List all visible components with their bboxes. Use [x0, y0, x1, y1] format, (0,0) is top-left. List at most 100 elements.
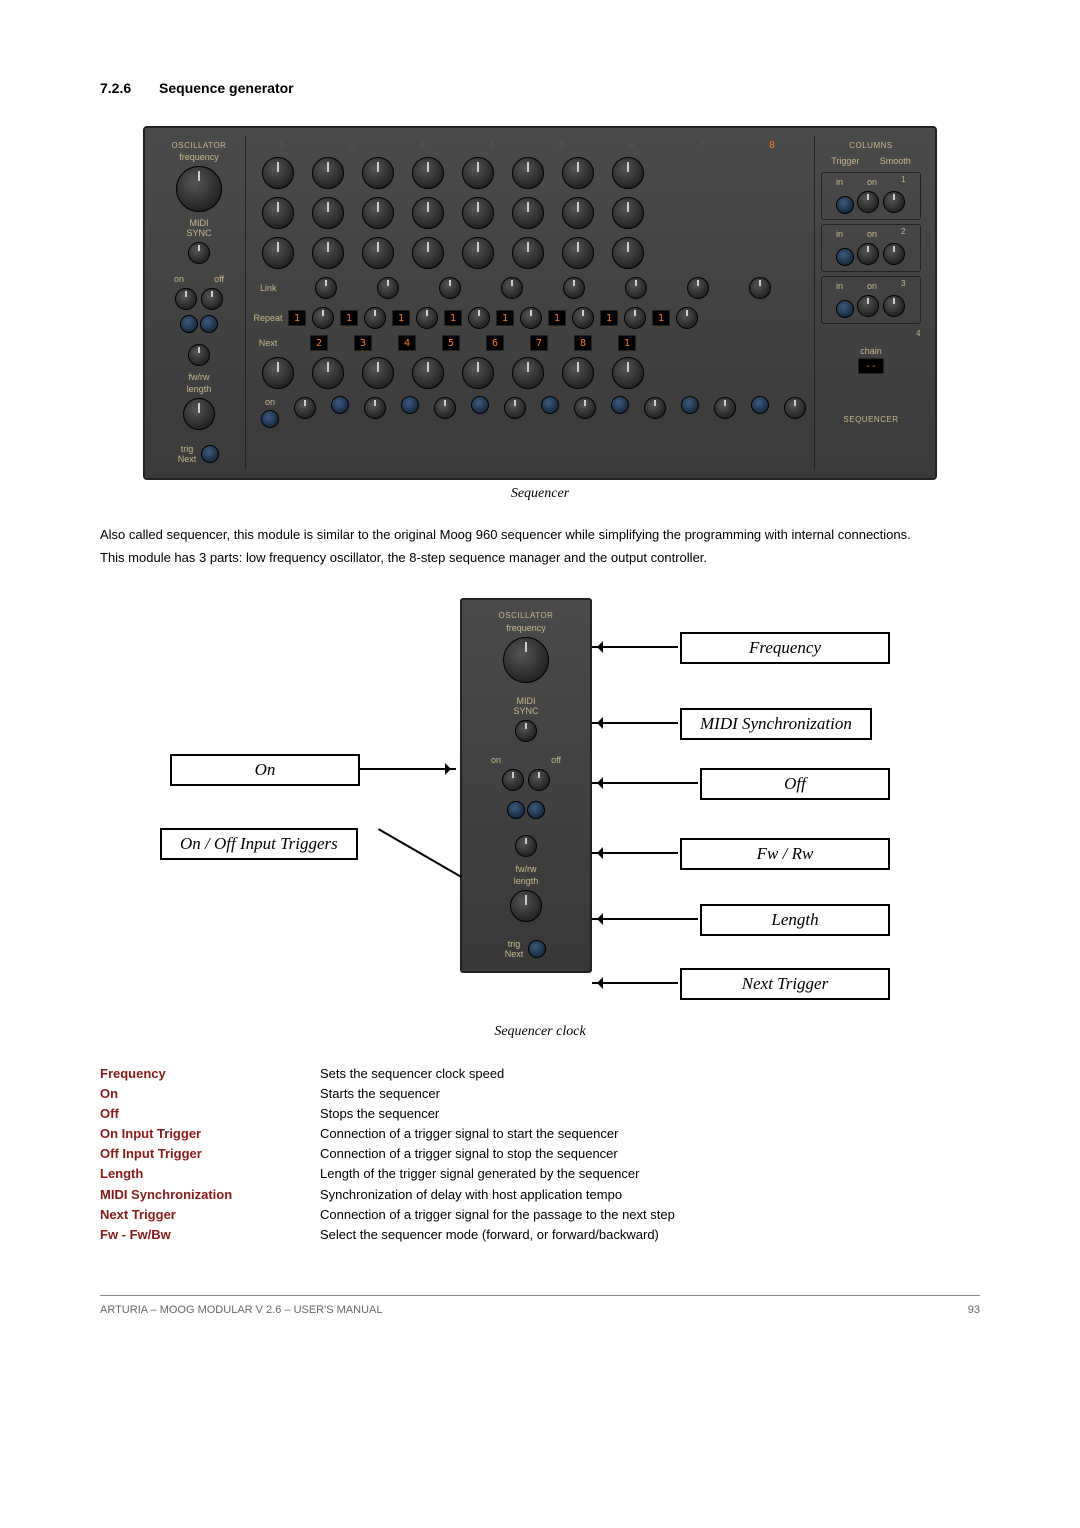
next-value[interactable]: 5	[442, 335, 460, 351]
repeat-value[interactable]: 1	[392, 310, 410, 326]
on-trigger-jack[interactable]	[180, 315, 198, 333]
repeat-knob[interactable]	[468, 307, 490, 329]
chain-value[interactable]: --	[858, 358, 884, 374]
step-knob[interactable]	[562, 197, 594, 229]
col-knob[interactable]	[857, 243, 879, 265]
smooth-knob[interactable]	[883, 295, 905, 317]
step-knob[interactable]	[412, 197, 444, 229]
step-knob[interactable]	[512, 237, 544, 269]
fwrw-knob[interactable]	[188, 344, 210, 366]
step-knob[interactable]	[262, 237, 294, 269]
step-knob[interactable]	[262, 357, 294, 389]
repeat-value[interactable]: 1	[444, 310, 462, 326]
clock-frequency-knob[interactable]	[503, 637, 549, 683]
step-knob[interactable]	[462, 197, 494, 229]
step-knob[interactable]	[612, 157, 644, 189]
repeat-knob[interactable]	[520, 307, 542, 329]
step-knob[interactable]	[312, 357, 344, 389]
link-knob[interactable]	[687, 277, 709, 299]
clock-off-jack[interactable]	[527, 801, 545, 819]
clock-on-button[interactable]	[502, 769, 524, 791]
repeat-knob[interactable]	[676, 307, 698, 329]
step-knob[interactable]	[312, 157, 344, 189]
next-value[interactable]: 8	[574, 335, 592, 351]
step-knob[interactable]	[512, 197, 544, 229]
next-value[interactable]: 3	[354, 335, 372, 351]
link-knob[interactable]	[625, 277, 647, 299]
step-knob[interactable]	[612, 197, 644, 229]
step-jack[interactable]	[401, 396, 419, 414]
step-knob[interactable]	[312, 197, 344, 229]
step-knob[interactable]	[362, 357, 394, 389]
on-knob[interactable]	[574, 397, 596, 419]
next-value[interactable]: 2	[310, 335, 328, 351]
step-knob[interactable]	[412, 157, 444, 189]
clock-on-jack[interactable]	[507, 801, 525, 819]
next-value[interactable]: 1	[618, 335, 636, 351]
step-knob[interactable]	[262, 197, 294, 229]
step-jack[interactable]	[471, 396, 489, 414]
clock-off-button[interactable]	[528, 769, 550, 791]
on-knob[interactable]	[434, 397, 456, 419]
in-jack[interactable]	[836, 248, 854, 266]
repeat-value[interactable]: 1	[600, 310, 618, 326]
frequency-knob[interactable]	[176, 166, 222, 212]
on-knob[interactable]	[784, 397, 806, 419]
step-knob[interactable]	[562, 157, 594, 189]
on-knob[interactable]	[714, 397, 736, 419]
clock-length-knob[interactable]	[510, 890, 542, 922]
next-value[interactable]: 6	[486, 335, 504, 351]
step-jack[interactable]	[751, 396, 769, 414]
col-knob[interactable]	[857, 295, 879, 317]
repeat-value[interactable]: 1	[340, 310, 358, 326]
step-jack[interactable]	[681, 396, 699, 414]
clock-fwrw-knob[interactable]	[515, 835, 537, 857]
off-trigger-jack[interactable]	[200, 315, 218, 333]
next-value[interactable]: 4	[398, 335, 416, 351]
step-knob[interactable]	[362, 237, 394, 269]
length-knob[interactable]	[183, 398, 215, 430]
step-knob[interactable]	[612, 237, 644, 269]
step-jack[interactable]	[261, 410, 279, 428]
link-knob[interactable]	[315, 277, 337, 299]
repeat-knob[interactable]	[624, 307, 646, 329]
repeat-value[interactable]: 1	[496, 310, 514, 326]
on-knob[interactable]	[294, 397, 316, 419]
on-knob[interactable]	[364, 397, 386, 419]
clock-trignext-jack[interactable]	[528, 940, 546, 958]
step-jack[interactable]	[611, 396, 629, 414]
clock-midisync-knob[interactable]	[515, 720, 537, 742]
step-knob[interactable]	[462, 357, 494, 389]
repeat-value[interactable]: 1	[288, 310, 306, 326]
link-knob[interactable]	[439, 277, 461, 299]
link-knob[interactable]	[749, 277, 771, 299]
repeat-knob[interactable]	[572, 307, 594, 329]
step-knob[interactable]	[462, 157, 494, 189]
step-knob[interactable]	[562, 237, 594, 269]
on-knob[interactable]	[504, 397, 526, 419]
step-jack[interactable]	[541, 396, 559, 414]
trig-next-jack[interactable]	[201, 445, 219, 463]
step-knob[interactable]	[362, 197, 394, 229]
off-button[interactable]	[201, 288, 223, 310]
step-knob[interactable]	[512, 357, 544, 389]
repeat-value[interactable]: 1	[548, 310, 566, 326]
repeat-knob[interactable]	[312, 307, 334, 329]
link-knob[interactable]	[563, 277, 585, 299]
step-knob[interactable]	[412, 357, 444, 389]
step-knob[interactable]	[562, 357, 594, 389]
on-knob[interactable]	[644, 397, 666, 419]
repeat-knob[interactable]	[416, 307, 438, 329]
step-knob[interactable]	[512, 157, 544, 189]
col-knob[interactable]	[857, 191, 879, 213]
repeat-knob[interactable]	[364, 307, 386, 329]
step-knob[interactable]	[412, 237, 444, 269]
step-knob[interactable]	[612, 357, 644, 389]
in-jack[interactable]	[836, 196, 854, 214]
midi-sync-knob[interactable]	[188, 242, 210, 264]
step-jack[interactable]	[331, 396, 349, 414]
on-button[interactable]	[175, 288, 197, 310]
step-knob[interactable]	[362, 157, 394, 189]
smooth-knob[interactable]	[883, 191, 905, 213]
smooth-knob[interactable]	[883, 243, 905, 265]
